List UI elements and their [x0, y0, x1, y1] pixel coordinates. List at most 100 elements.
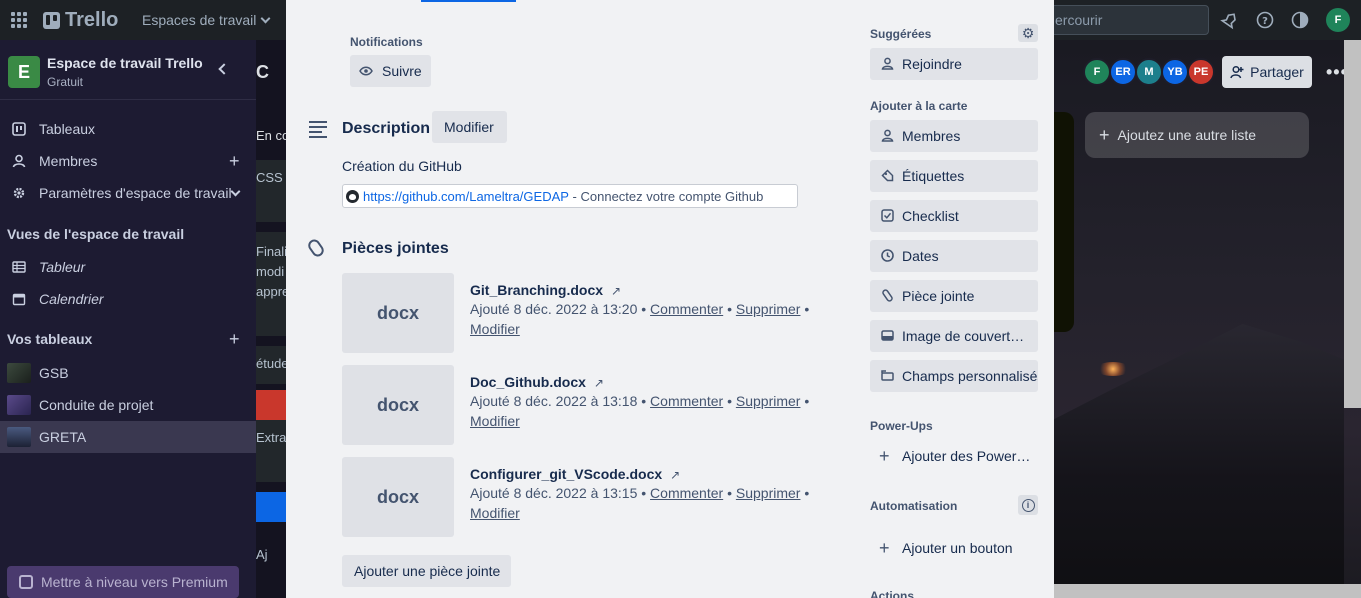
theme-toggle-icon[interactable] — [1290, 10, 1310, 30]
member-avatar[interactable]: M — [1135, 58, 1163, 86]
dates-button[interactable]: Dates — [870, 240, 1038, 272]
workspace-plan: Gratuit — [47, 75, 84, 89]
github-link-card[interactable]: https://github.com/Lameltra/GEDAP - Conn… — [342, 184, 798, 208]
delete-link[interactable]: Supprimer — [736, 393, 801, 409]
add-button-button[interactable]: + Ajouter un bouton — [870, 532, 1038, 564]
cover-button[interactable]: Image de couvert… — [870, 320, 1038, 352]
edit-link[interactable]: Modifier — [470, 505, 520, 521]
clock-icon — [880, 249, 894, 263]
link-separator: - — [568, 188, 581, 204]
cover-label: Image de couvert… — [902, 328, 1025, 344]
workspaces-menu-button[interactable]: Espaces de travail — [142, 12, 271, 28]
custom-fields-button[interactable]: Champs personnalisés — [870, 360, 1038, 392]
board-card[interactable]: CSS — [256, 160, 286, 222]
eye-icon — [359, 66, 373, 76]
svg-text:?: ? — [1262, 16, 1268, 27]
attachment-name[interactable]: Git_Branching.docx ↗ — [470, 282, 621, 298]
edit-description-button[interactable]: Modifier — [432, 111, 507, 143]
edit-link[interactable]: Modifier — [470, 321, 520, 337]
sidebar-item-settings[interactable]: Paramètres d'espace de travail — [0, 177, 256, 209]
user-avatar[interactable]: F — [1326, 8, 1350, 32]
share-button[interactable]: Partager — [1222, 56, 1312, 88]
attachment-thumbnail[interactable]: docx — [342, 365, 454, 445]
checkbox-icon — [880, 209, 894, 223]
member-avatar[interactable]: YB — [1161, 58, 1189, 86]
member-avatar[interactable]: F — [1083, 58, 1111, 86]
board-horizontal-scrollbar[interactable] — [1054, 584, 1361, 598]
list-title-fragment: En co — [256, 128, 286, 143]
add-attachment-button[interactable]: Ajouter une pièce jointe — [342, 555, 511, 587]
sidebar-item-label: GSB — [39, 365, 69, 381]
comment-link[interactable]: Commenter — [650, 485, 723, 501]
add-card-fragment[interactable]: Aj — [256, 540, 286, 570]
add-to-card-title: Ajouter à la carte — [870, 99, 968, 113]
delete-link[interactable]: Supprimer — [736, 301, 801, 317]
automation-info-button[interactable]: i — [1018, 495, 1038, 515]
card-cover-blue[interactable] — [256, 492, 286, 522]
sidebar-board-conduite[interactable]: Conduite de projet — [0, 389, 256, 421]
sidebar-item-boards[interactable]: Tableaux — [0, 113, 256, 145]
delete-link[interactable]: Supprimer — [736, 485, 801, 501]
paperclip-icon — [305, 237, 327, 259]
board-title-fragment: C — [256, 62, 269, 82]
sidebar-board-greta[interactable]: GRETA — [0, 421, 256, 453]
sidebar-item-members[interactable]: Membres + — [0, 145, 256, 177]
comment-link[interactable]: Commenter — [650, 301, 723, 317]
workspaces-menu-label: Espaces de travail — [142, 12, 257, 28]
page-scrollbar[interactable] — [1344, 40, 1361, 408]
sidebar-item-table-view[interactable]: Tableur — [0, 251, 256, 283]
external-link-icon[interactable]: ↗ — [594, 376, 604, 390]
join-button[interactable]: Rejoindre — [870, 48, 1038, 80]
card-detail-modal: Notifications Suivre Description Modifie… — [286, 0, 1054, 598]
actions-title: Actions — [870, 589, 915, 598]
description-text: Création du GitHub — [342, 158, 462, 174]
workspace-name[interactable]: Espace de travail Trello — [47, 55, 203, 71]
apps-grid-icon[interactable] — [11, 12, 27, 28]
background-light — [1096, 362, 1130, 376]
sidebar-board-gsb[interactable]: GSB — [0, 357, 256, 389]
notification-bell-icon[interactable] — [1220, 10, 1240, 30]
checklist-button[interactable]: Checklist — [870, 200, 1038, 232]
attachment-filename: Git_Branching.docx — [470, 282, 604, 298]
github-url-link[interactable]: https://github.com/Lameltra/GEDAP — [363, 189, 569, 204]
fields-icon — [880, 369, 894, 383]
comment-link[interactable]: Commenter — [650, 393, 723, 409]
attachment-name[interactable]: Configurer_git_VScode.docx ↗ — [470, 466, 680, 482]
attachment-button[interactable]: Pièce jointe — [870, 280, 1038, 312]
description-icon — [309, 121, 327, 138]
gear-icon[interactable]: ⚙ — [1018, 24, 1038, 42]
add-powerups-button[interactable]: + Ajouter des Power… — [870, 440, 1038, 472]
board-card[interactable]: Finali modi appre — [256, 232, 286, 336]
help-icon[interactable]: ? — [1255, 10, 1275, 30]
search-input[interactable]: ercourir — [1046, 5, 1209, 35]
member-avatar[interactable]: ER — [1109, 58, 1137, 86]
person-icon — [880, 57, 894, 71]
external-link-icon[interactable]: ↗ — [670, 468, 680, 482]
attachment-name[interactable]: Doc_Github.docx ↗ — [470, 374, 604, 390]
connect-github-link[interactable]: Connectez votre compte Github — [581, 189, 764, 204]
upgrade-premium-button[interactable]: Mettre à niveau vers Premium — [7, 566, 239, 598]
collapse-sidebar-icon[interactable] — [218, 63, 230, 75]
members-button[interactable]: Membres — [870, 120, 1038, 152]
sidebar-item-label: Tableaux — [39, 121, 96, 137]
sidebar-item-label: Tableur — [39, 259, 86, 275]
gear-icon — [13, 187, 25, 199]
member-avatar[interactable]: PE — [1187, 58, 1215, 86]
board-card[interactable]: étude — [256, 346, 286, 384]
add-list-button[interactable]: + Ajoutez une autre liste — [1085, 112, 1309, 158]
sidebar-item-label: Calendrier — [39, 291, 104, 307]
follow-button[interactable]: Suivre — [350, 55, 431, 87]
edit-link[interactable]: Modifier — [470, 413, 520, 429]
attachment-date: Ajouté 8 déc. 2022 à 13:18 — [470, 393, 638, 409]
active-tab-indicator — [421, 0, 516, 2]
attachment-thumbnail[interactable]: docx — [342, 457, 454, 537]
board-thumbnail — [7, 395, 31, 415]
board-card[interactable]: Extra — [256, 420, 286, 482]
external-link-icon[interactable]: ↗ — [611, 284, 621, 298]
sidebar-item-calendar-view[interactable]: Calendrier — [0, 283, 256, 315]
labels-button[interactable]: Étiquettes — [870, 160, 1038, 192]
add-member-icon[interactable]: + — [229, 151, 240, 172]
card-cover-red[interactable] — [256, 390, 286, 420]
trello-logo[interactable]: Trello — [43, 9, 118, 32]
attachment-thumbnail[interactable]: docx — [342, 273, 454, 353]
